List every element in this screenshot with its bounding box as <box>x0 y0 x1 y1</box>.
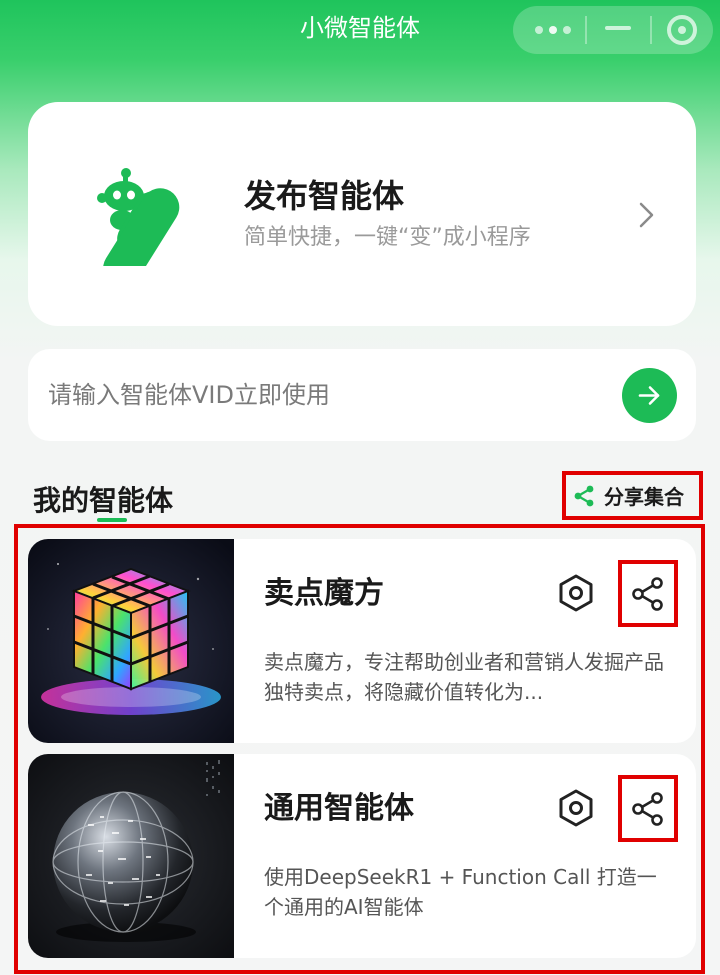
top-bar: 小微智能体 <box>0 0 720 56</box>
publish-title: 发布智能体 <box>244 177 405 215</box>
share-icon <box>632 577 663 611</box>
mini-program-capsule <box>513 6 713 54</box>
share-collection-button[interactable]: 分享集合 <box>562 471 703 520</box>
vid-search-bar <box>28 349 696 441</box>
minimize-icon[interactable] <box>605 26 631 30</box>
agent-description: 卖点魔方，专注帮助创业者和营销人发掘产品独特卖点，将隐藏价值转化为... <box>264 650 664 704</box>
capsule-divider <box>585 16 587 44</box>
agent-name: 卖点魔方 <box>264 576 384 611</box>
chevron-right-icon <box>639 202 654 228</box>
share-icon <box>574 485 594 506</box>
share-collection-label: 分享集合 <box>604 485 684 509</box>
publish-subtitle: 简单快捷，一键“变”成小程序 <box>244 225 531 250</box>
glowing-rubiks-cube-image <box>28 539 234 743</box>
capsule-divider <box>650 16 652 44</box>
agent-share-button[interactable] <box>618 775 678 842</box>
agent-card[interactable]: 卖点魔方 卖点魔方，专注帮助创业者和营销人发掘产品独特卖点，将隐藏价值转化为..… <box>28 539 696 743</box>
robot-slash-logo-icon <box>97 168 180 266</box>
agent-name: 通用智能体 <box>264 791 414 826</box>
arrow-right-icon <box>638 386 660 405</box>
my-agents-title-text: 我的智能体 <box>33 484 174 517</box>
close-mini-program-icon[interactable] <box>667 15 697 45</box>
agent-card[interactable]: 通用智能体 使用DeepSeekR1 + Function Call 打造一个通… <box>28 754 696 958</box>
hexagon-settings-icon[interactable] <box>556 573 596 613</box>
digital-sphere-image <box>28 754 234 958</box>
publish-agent-card[interactable]: 发布智能体 简单快捷，一键“变”成小程序 <box>28 102 696 326</box>
my-agents-title: 我的智能体 <box>33 482 174 522</box>
share-icon <box>632 792 663 826</box>
more-menu-icon[interactable] <box>535 23 575 37</box>
hexagon-settings-icon[interactable] <box>556 788 596 828</box>
title-accent-underline <box>97 518 127 522</box>
vid-input[interactable] <box>48 375 608 415</box>
agent-share-button[interactable] <box>618 560 678 627</box>
agent-description: 使用DeepSeekR1 + Function Call 打造一个通用的AI智能… <box>264 865 657 919</box>
go-button[interactable] <box>622 368 677 423</box>
